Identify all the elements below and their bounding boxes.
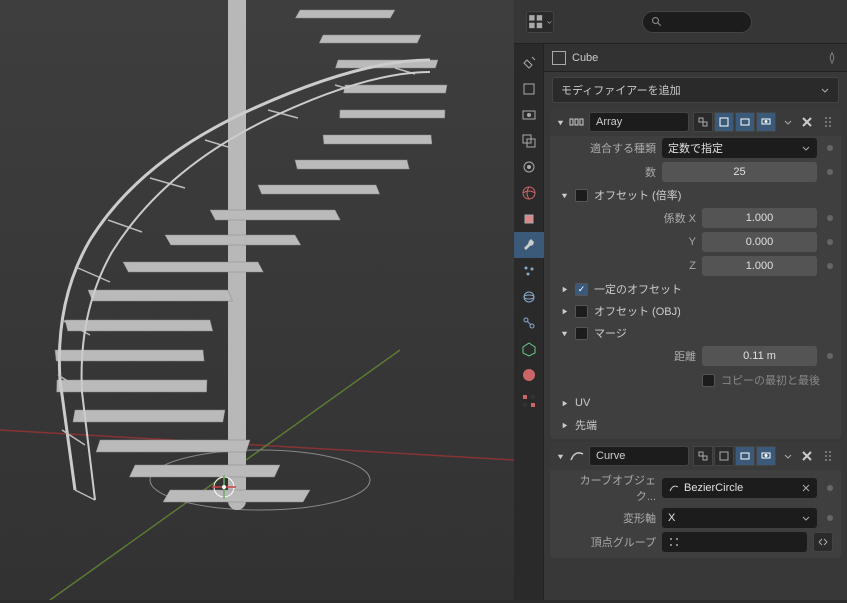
modifier-curve-header: Curve (550, 442, 841, 470)
add-modifier-dropdown[interactable]: モディファイアーを追加 (552, 77, 839, 103)
mod-drag-handle[interactable] (821, 449, 835, 463)
mod-delete-button[interactable] (799, 114, 815, 130)
mod-cage-toggle[interactable] (693, 446, 713, 466)
object-offset-checkbox[interactable] (575, 305, 588, 318)
merge-distance-label: 距離 (606, 348, 696, 364)
factor-z-field[interactable]: 1.000 (702, 256, 817, 276)
merge-label: マージ (594, 325, 627, 341)
object-header: Cube (544, 44, 847, 72)
expand-icon[interactable] (560, 329, 569, 338)
properties-panel: Cube モディファイアーを追加 Array (514, 0, 847, 600)
mod-cage-toggle[interactable] (693, 112, 713, 132)
vertex-group-invert[interactable] (813, 532, 833, 552)
editor-type-dropdown[interactable] (526, 11, 554, 33)
search-input[interactable] (642, 11, 752, 33)
modifier-array: Array 適合する種類 定数で指定 (550, 108, 841, 439)
mod-editmode-toggle[interactable] (714, 446, 734, 466)
fit-type-label: 適合する種類 (566, 140, 656, 156)
collapse-icon[interactable] (560, 399, 569, 408)
tab-object[interactable] (514, 206, 544, 232)
mod-drag-handle[interactable] (821, 115, 835, 129)
object-name: Cube (572, 52, 598, 64)
mod-render-toggle[interactable] (756, 446, 776, 466)
property-tabs (514, 44, 544, 600)
curve-object-field[interactable]: BezierCircle (662, 478, 817, 498)
merge-distance-field[interactable]: 0.11 m (702, 346, 817, 366)
vertex-group-field[interactable] (662, 532, 807, 552)
add-modifier-label: モディファイアーを追加 (561, 82, 820, 98)
deform-axis-label: 変形軸 (566, 510, 656, 526)
factor-y-label: Y (606, 236, 696, 248)
expand-icon[interactable] (556, 118, 565, 127)
modifier-name-input[interactable]: Curve (589, 446, 689, 466)
anim-dot[interactable] (827, 239, 833, 245)
tab-modifiers[interactable] (514, 232, 544, 258)
anim-dot[interactable] (827, 145, 833, 151)
tab-scene[interactable] (514, 154, 544, 180)
merge-checkbox[interactable] (575, 327, 588, 340)
viewport-3d[interactable] (0, 0, 514, 600)
tab-render[interactable] (514, 76, 544, 102)
count-field[interactable]: 25 (662, 162, 817, 182)
vertex-group-label: 頂点グループ (566, 534, 656, 550)
mod-delete-button[interactable] (799, 448, 815, 464)
modifier-curve: Curve カーブオブジェク... BezierCirc (550, 442, 841, 558)
first-last-label: コピーの最初と最後 (721, 372, 820, 388)
anim-dot[interactable] (827, 263, 833, 269)
array-modifier-icon (569, 114, 585, 130)
constant-offset-label: 一定のオフセット (594, 281, 682, 297)
cap-label: 先端 (575, 417, 597, 433)
mod-viewport-toggle[interactable] (735, 112, 755, 132)
count-label: 数 (566, 164, 656, 180)
factor-x-label: 係数 X (606, 210, 696, 226)
tab-mesh[interactable] (514, 336, 544, 362)
first-last-checkbox[interactable] (702, 374, 715, 387)
fit-type-dropdown[interactable]: 定数で指定 (662, 138, 817, 158)
collapse-icon[interactable] (560, 285, 569, 294)
tab-physics[interactable] (514, 284, 544, 310)
tab-output[interactable] (514, 102, 544, 128)
deform-axis-dropdown[interactable]: X (662, 508, 817, 528)
mod-render-toggle[interactable] (756, 112, 776, 132)
properties-header (514, 0, 847, 44)
anim-dot[interactable] (827, 215, 833, 221)
collapse-icon[interactable] (560, 421, 569, 430)
factor-y-field[interactable]: 0.000 (702, 232, 817, 252)
mod-extras-dropdown[interactable] (783, 451, 793, 461)
mod-extras-dropdown[interactable] (783, 117, 793, 127)
anim-dot[interactable] (827, 515, 833, 521)
constant-offset-checkbox[interactable] (575, 283, 588, 296)
object-offset-label: オフセット (OBJ) (594, 303, 681, 319)
modifier-properties: Cube モディファイアーを追加 Array (544, 44, 847, 600)
mod-editmode-toggle[interactable] (714, 112, 734, 132)
curve-object-label: カーブオブジェク... (566, 472, 656, 504)
anim-dot[interactable] (827, 169, 833, 175)
factor-x-field[interactable]: 1.000 (702, 208, 817, 228)
curve-modifier-icon (569, 448, 585, 464)
mod-viewport-toggle[interactable] (735, 446, 755, 466)
relative-offset-checkbox[interactable] (575, 189, 588, 202)
tab-particles[interactable] (514, 258, 544, 284)
anim-dot[interactable] (827, 485, 833, 491)
anim-dot[interactable] (827, 353, 833, 359)
collapse-icon[interactable] (560, 307, 569, 316)
tab-world[interactable] (514, 180, 544, 206)
tab-viewlayer[interactable] (514, 128, 544, 154)
uv-label: UV (575, 397, 590, 409)
modifier-array-header: Array (550, 108, 841, 136)
pin-icon[interactable] (825, 51, 839, 65)
expand-icon[interactable] (560, 191, 569, 200)
tab-constraints[interactable] (514, 310, 544, 336)
factor-z-label: Z (606, 260, 696, 272)
tab-tool[interactable] (514, 50, 544, 76)
cube-icon (552, 51, 566, 65)
expand-icon[interactable] (556, 452, 565, 461)
tab-material[interactable] (514, 362, 544, 388)
modifier-name-input[interactable]: Array (589, 112, 689, 132)
relative-offset-label: オフセット (倍率) (594, 187, 681, 203)
tab-texture[interactable] (514, 388, 544, 414)
